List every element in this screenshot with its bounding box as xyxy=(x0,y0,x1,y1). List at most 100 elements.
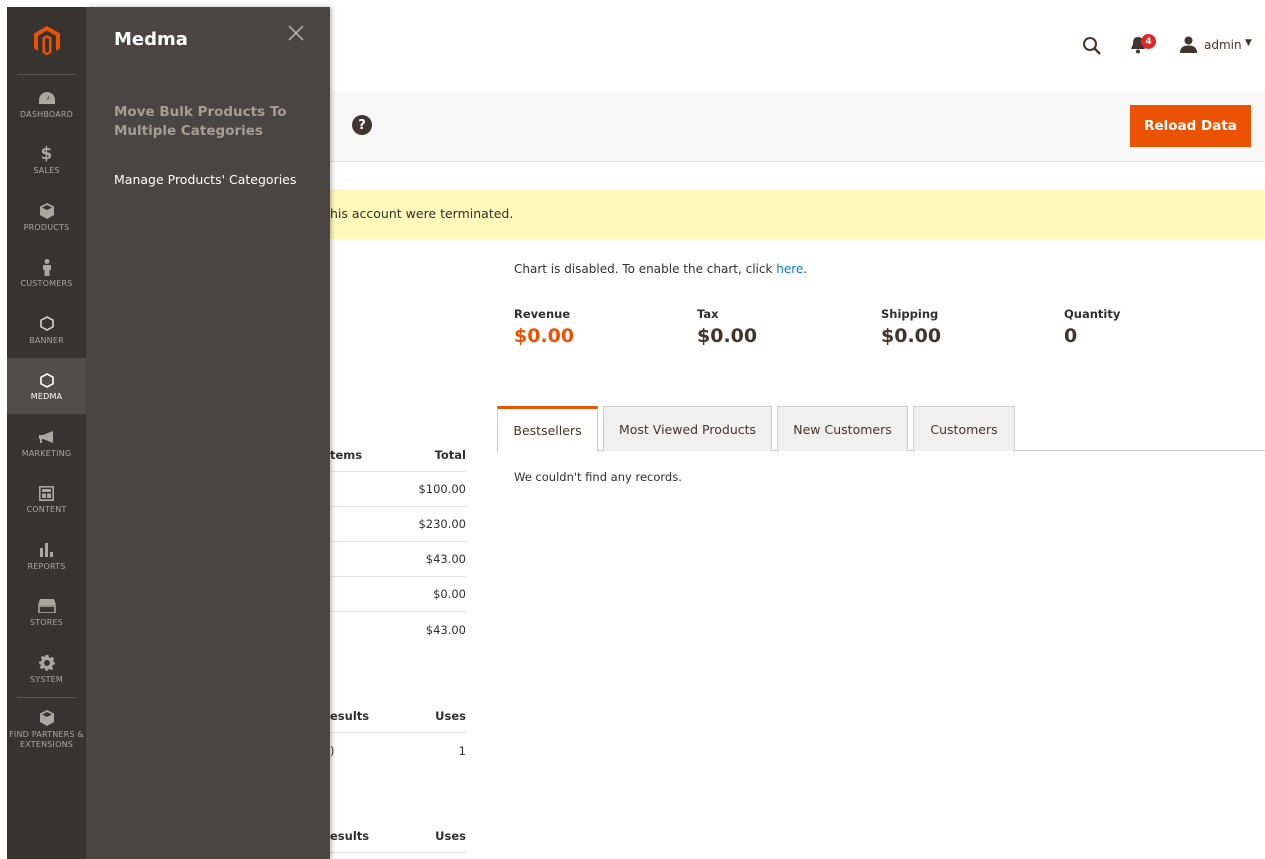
nav-reports-label: REPORTS xyxy=(27,561,66,571)
system-message: his account were terminated. xyxy=(330,189,1265,239)
help-icon[interactable]: ? xyxy=(352,115,372,135)
nav-dashboard-label: DASHBOARD xyxy=(19,109,74,119)
search-results: ) xyxy=(330,743,335,758)
nav-banner[interactable]: BANNER xyxy=(7,301,86,358)
col-uses: Uses xyxy=(435,708,466,723)
col-total: Total xyxy=(434,447,466,462)
close-icon[interactable] xyxy=(288,25,308,45)
layout-icon xyxy=(37,483,57,503)
submenu-title: Medma xyxy=(114,29,188,50)
chart-message-text: Chart is disabled. To enable the chart, … xyxy=(514,262,777,276)
tab-new-customers[interactable]: New Customers xyxy=(777,406,908,451)
reload-data-button[interactable]: Reload Data xyxy=(1130,105,1251,147)
nav-marketing-label: MARKETING xyxy=(21,448,72,458)
tab-customers[interactable]: Customers xyxy=(913,406,1015,451)
dashboard-tabs: Bestsellers Most Viewed Products New Cus… xyxy=(497,406,1265,452)
total-shipping: Shipping $0.00 xyxy=(881,307,941,347)
person-icon xyxy=(37,257,57,277)
bar-chart-icon xyxy=(37,540,57,560)
dashboard-icon xyxy=(37,88,57,108)
submenu-group-title: Move Bulk Products To Multiple Categorie… xyxy=(114,104,287,139)
col-results: esults xyxy=(330,828,370,843)
total-value: $0.00 xyxy=(697,325,758,347)
chevron-down-icon[interactable]: ▼ xyxy=(1245,38,1252,48)
order-total: $0.00 xyxy=(433,587,466,601)
table-row[interactable]: $100.00 xyxy=(330,472,466,507)
nav-reports[interactable]: REPORTS xyxy=(7,527,86,584)
nav-stores[interactable]: STORES xyxy=(7,584,86,641)
total-label: Tax xyxy=(697,307,719,321)
admin-menu: DASHBOARD $ SALES PRODUCTS CUSTOMERS BAN… xyxy=(7,7,86,859)
nav-content-label: CONTENT xyxy=(26,505,67,515)
magento-logo-icon xyxy=(33,25,60,55)
megaphone-icon xyxy=(37,427,57,447)
table-row[interactable]: $43.00 xyxy=(330,542,466,577)
table-row[interactable]: $0.00 xyxy=(330,577,466,612)
nav-medma[interactable]: MEDMA xyxy=(7,357,86,414)
last-orders-header: tems Total xyxy=(330,438,466,472)
hexagon-icon xyxy=(37,370,57,390)
magento-logo[interactable] xyxy=(17,7,76,75)
nav-banner-label: BANNER xyxy=(29,335,64,345)
nav-content[interactable]: CONTENT xyxy=(7,471,86,528)
last-orders-grid: tems Total $100.00 $230.00 $43.00 $0.00 … xyxy=(330,438,466,647)
page-header: 4 admin ▼ xyxy=(330,0,1265,91)
nav-find-partners[interactable]: FIND PARTNERS & EXTENSIONS xyxy=(7,698,86,778)
dollar-icon: $ xyxy=(40,144,53,165)
nav-dashboard[interactable]: DASHBOARD xyxy=(7,75,86,132)
total-label: Revenue xyxy=(514,307,571,321)
top-search-terms-grid: esults Uses xyxy=(330,819,466,853)
nav-stores-label: STORES xyxy=(29,618,64,628)
last-search-header: esults Uses xyxy=(330,699,466,733)
total-value: 0 xyxy=(1064,325,1078,347)
nav-customers-label: CUSTOMERS xyxy=(20,279,73,289)
col-items: tems xyxy=(330,447,363,462)
nav-medma-label: MEDMA xyxy=(30,392,63,402)
empty-grid-message: We couldn't find any records. xyxy=(514,470,682,484)
table-row[interactable]: $43.00 xyxy=(330,612,466,647)
system-message-text: his account were terminated. xyxy=(330,206,514,221)
tab-most-viewed-products[interactable]: Most Viewed Products xyxy=(603,406,772,451)
total-revenue: Revenue $0.00 xyxy=(514,307,574,347)
nav-sales-label: SALES xyxy=(33,166,60,176)
order-total: $230.00 xyxy=(418,517,466,531)
search-icon[interactable] xyxy=(1082,36,1102,56)
nav-sales[interactable]: $ SALES xyxy=(7,132,86,189)
admin-user-menu[interactable]: admin xyxy=(1204,38,1242,52)
box-icon xyxy=(37,201,57,221)
nav-products-label: PRODUCTS xyxy=(23,222,70,232)
gear-icon xyxy=(37,653,57,673)
nav-customers[interactable]: CUSTOMERS xyxy=(7,245,86,302)
col-results: esults xyxy=(330,708,370,723)
col-uses: Uses xyxy=(435,828,466,843)
nav-find-partners-label: FIND PARTNERS & EXTENSIONS xyxy=(9,729,84,749)
total-label: Shipping xyxy=(881,307,939,321)
nav-products[interactable]: PRODUCTS xyxy=(7,188,86,245)
user-icon[interactable] xyxy=(1180,36,1198,54)
nav-system-label: SYSTEM xyxy=(29,674,64,684)
total-value: $0.00 xyxy=(514,325,575,347)
total-label: Quantity xyxy=(1064,307,1121,321)
order-total: $43.00 xyxy=(425,622,466,637)
store-icon xyxy=(37,596,57,616)
medma-submenu: Medma Move Bulk Products To Multiple Cat… xyxy=(86,7,330,859)
hexagon-icon xyxy=(37,314,57,334)
chart-disabled-message: Chart is disabled. To enable the chart, … xyxy=(514,262,807,276)
table-row[interactable]: $230.00 xyxy=(330,507,466,542)
chart-message-period: . xyxy=(803,262,808,276)
page-actions-bar: ? Reload Data xyxy=(330,91,1265,162)
order-total: $100.00 xyxy=(418,482,466,496)
enable-chart-link[interactable]: here xyxy=(776,262,803,276)
box-icon xyxy=(37,708,57,728)
total-value: $0.00 xyxy=(881,325,942,347)
table-row[interactable]: ) 1 xyxy=(330,733,466,768)
notifications-count-badge[interactable]: 4 xyxy=(1141,34,1156,49)
nav-marketing[interactable]: MARKETING xyxy=(7,414,86,471)
nav-system[interactable]: SYSTEM xyxy=(7,640,86,697)
order-total: $43.00 xyxy=(425,552,466,566)
tab-bestsellers[interactable]: Bestsellers xyxy=(497,406,598,452)
total-quantity: Quantity 0 xyxy=(1064,307,1120,347)
top-search-header: esults Uses xyxy=(330,819,466,853)
manage-products-categories-link[interactable]: Manage Products' Categories xyxy=(114,172,296,187)
total-tax: Tax $0.00 xyxy=(697,307,757,347)
